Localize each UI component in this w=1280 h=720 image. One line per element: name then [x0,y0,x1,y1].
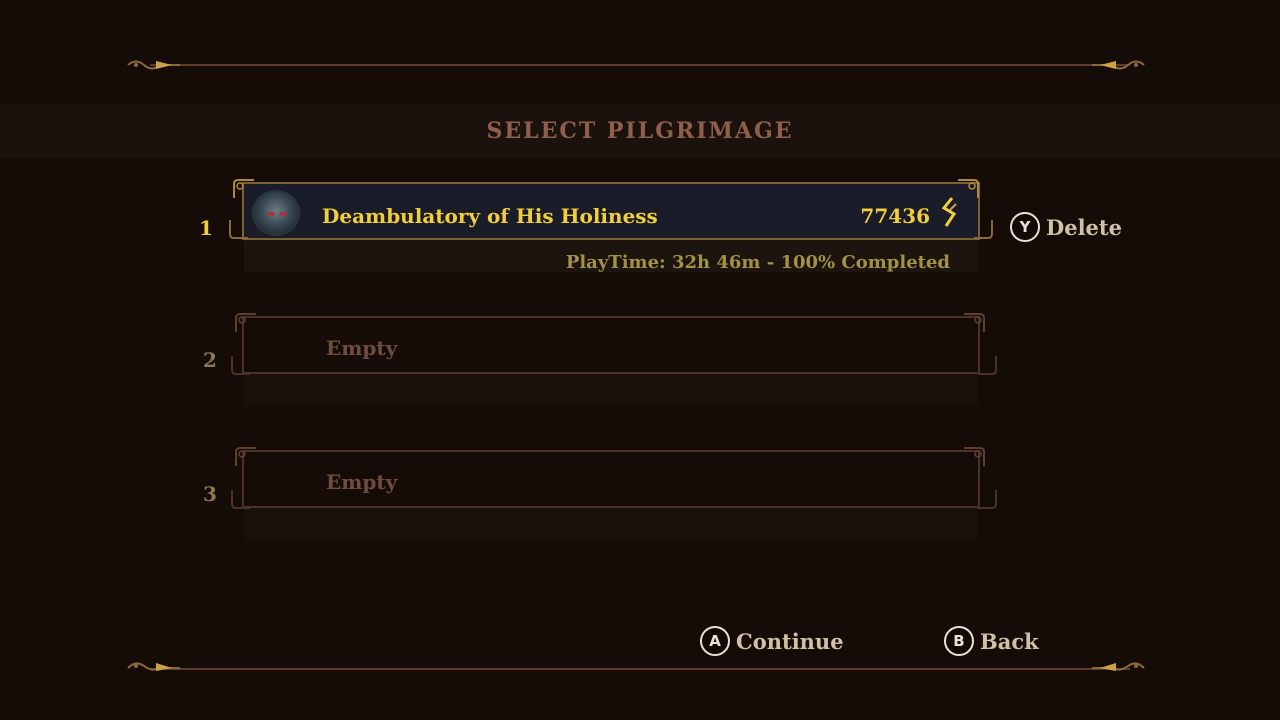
frame-corner-icon [233,179,254,198]
frame-corner-icon [978,490,997,509]
empty-slot-label: Empty [326,470,398,494]
top-ornament-line [150,64,1130,66]
save-name: Deambulatory of His Holiness [322,204,658,228]
screen-title: SELECT PILGRIMAGE [486,118,794,144]
frame-corner-icon [974,220,993,239]
delete-label: Delete [1046,214,1122,240]
delete-prompt[interactable]: Y Delete [1010,212,1122,242]
back-label: Back [980,628,1039,654]
slot-number: 1 [199,216,213,240]
penitent-portrait-icon [252,190,300,236]
empty-slot-label: Empty [326,336,398,360]
continue-prompt[interactable]: A Continue [700,626,844,656]
top-left-ornament-icon [127,60,180,70]
portrait-eye [268,212,274,216]
bottom-left-ornament-icon [127,662,180,671]
top-right-ornament-icon [1092,60,1145,70]
continue-label: Continue [736,628,844,654]
frame-corner-icon [231,356,250,375]
frame-corner-icon [964,313,985,332]
y-button-icon: Y [1010,212,1040,242]
slot-info-band [244,374,978,406]
a-button-icon: A [700,626,730,656]
slot-number: 3 [203,482,217,506]
slot-info-band [244,508,978,540]
frame-corner-icon [964,447,985,466]
frame-corner-icon [235,313,256,332]
portrait-eye [280,212,286,216]
bottom-right-ornament-icon [1092,662,1145,671]
slot-number: 2 [203,348,217,372]
tears-of-atonement-icon [941,197,957,227]
bottom-ornament-line [150,668,1130,670]
playtime-info: PlayTime: 32h 46m - 100% Completed [565,252,950,273]
back-prompt[interactable]: B Back [944,626,1039,656]
pilgrimage-select-screen: SELECT PILGRIMAGE 1 Deambulatory of His … [0,0,1280,720]
tears-count: 77436 [860,204,930,228]
frame-corner-icon [231,490,250,509]
b-button-icon: B [944,626,974,656]
frame-corner-icon [978,356,997,375]
frame-corner-icon [229,220,248,239]
frame-corner-icon [235,447,256,466]
